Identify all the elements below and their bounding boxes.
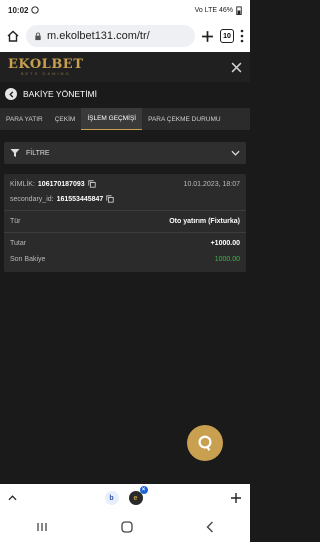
- chevron-down-icon: [231, 150, 240, 156]
- divider: [4, 232, 246, 233]
- status-indicators: Vo LTE 46%: [194, 6, 233, 14]
- transaction-id-label: KİMLİK:: [10, 180, 35, 188]
- address-bar[interactable]: m.ekolbet131.com/tr/: [26, 25, 195, 47]
- transaction-id-row: KİMLİK: 106170187093 10.01.2023, 18:07: [10, 180, 240, 188]
- type-value: Oto yatırım (Fixturka): [169, 218, 240, 225]
- type-row: Tür Oto yatırım (Fixturka): [10, 218, 240, 225]
- recent-apps-icon[interactable]: [36, 522, 48, 532]
- secondary-id-value: 161553445847: [56, 195, 104, 203]
- home-nav-icon[interactable]: [121, 521, 133, 533]
- page-title-bar: BAKİYE YÖNETİMİ: [0, 84, 250, 104]
- secondary-id-row: secondary_id: 161553445847: [10, 195, 240, 203]
- amount-value: +1000.00: [210, 240, 240, 247]
- tab-deposit[interactable]: PARA YATIR: [0, 108, 49, 130]
- active-tab-thumbnail-icon[interactable]: e ×: [128, 486, 148, 505]
- chat-icon: [196, 434, 214, 452]
- amount-label: Tutar: [10, 240, 27, 247]
- secure-lock-icon: [34, 32, 42, 41]
- balance-value: 1000.00: [214, 256, 240, 263]
- site-header: EKOLBET BETS GAMING: [0, 52, 250, 82]
- site-logo[interactable]: EKOLBET BETS GAMING: [8, 58, 83, 76]
- divider: [4, 210, 246, 211]
- page-title: BAKİYE YÖNETİMİ: [23, 89, 98, 99]
- status-bar: 10:02 Vo LTE 46%: [0, 0, 250, 20]
- add-icon[interactable]: [230, 492, 242, 504]
- filter-label: FİLTRE: [26, 149, 50, 157]
- close-tab-icon[interactable]: ×: [139, 486, 148, 494]
- tab-withdraw[interactable]: ÇEKİM: [49, 108, 82, 130]
- logo-text: EKOLBET: [8, 57, 84, 72]
- copy-icon[interactable]: [88, 180, 96, 188]
- amount-row: Tutar +1000.00: [10, 240, 240, 247]
- back-button[interactable]: [5, 88, 17, 100]
- chevron-up-icon[interactable]: [8, 495, 17, 501]
- balance-tabs: PARA YATIR ÇEKİM İŞLEM GEÇMİŞİ PARA ÇEKM…: [0, 108, 250, 130]
- more-menu-icon[interactable]: [240, 29, 244, 43]
- system-navigation-bar: [0, 512, 250, 542]
- copy-icon[interactable]: [106, 195, 114, 203]
- secondary-id-label: secondary_id:: [10, 195, 54, 203]
- home-icon[interactable]: [6, 29, 20, 43]
- type-label: Tür: [10, 218, 21, 225]
- whatsapp-icon: [31, 6, 40, 14]
- battery-icon: [236, 5, 242, 15]
- browser-bottom-bar: b e ×: [0, 484, 250, 512]
- tab-thumbnail-icon[interactable]: b: [104, 491, 119, 505]
- tab-switcher-button[interactable]: 10: [220, 29, 234, 43]
- live-support-button[interactable]: [187, 425, 223, 461]
- tab-transaction-history[interactable]: İŞLEM GEÇMİŞİ: [81, 108, 143, 130]
- transaction-card: KİMLİK: 106170187093 10.01.2023, 18:07 s…: [4, 174, 246, 272]
- tab-withdraw-status[interactable]: PARA ÇEKME DURUMU: [142, 108, 226, 130]
- balance-label: Son Bakiye: [10, 256, 46, 263]
- url-text: m.ekolbet131.com/tr/: [47, 30, 150, 42]
- back-nav-icon[interactable]: [206, 521, 214, 533]
- close-icon[interactable]: [231, 62, 242, 73]
- balance-row: Son Bakiye 1000.00: [10, 256, 240, 263]
- transaction-date: 10.01.2023, 18:07: [183, 180, 240, 188]
- new-tab-icon[interactable]: [201, 30, 214, 43]
- browser-toolbar: m.ekolbet131.com/tr/ 10: [0, 20, 250, 52]
- filter-icon: [10, 148, 20, 158]
- filter-toggle[interactable]: FİLTRE: [4, 142, 246, 164]
- transaction-id-value: 106170187093: [37, 180, 85, 188]
- status-time: 10:02: [8, 5, 29, 15]
- open-tabs-strip: b e ×: [104, 486, 148, 505]
